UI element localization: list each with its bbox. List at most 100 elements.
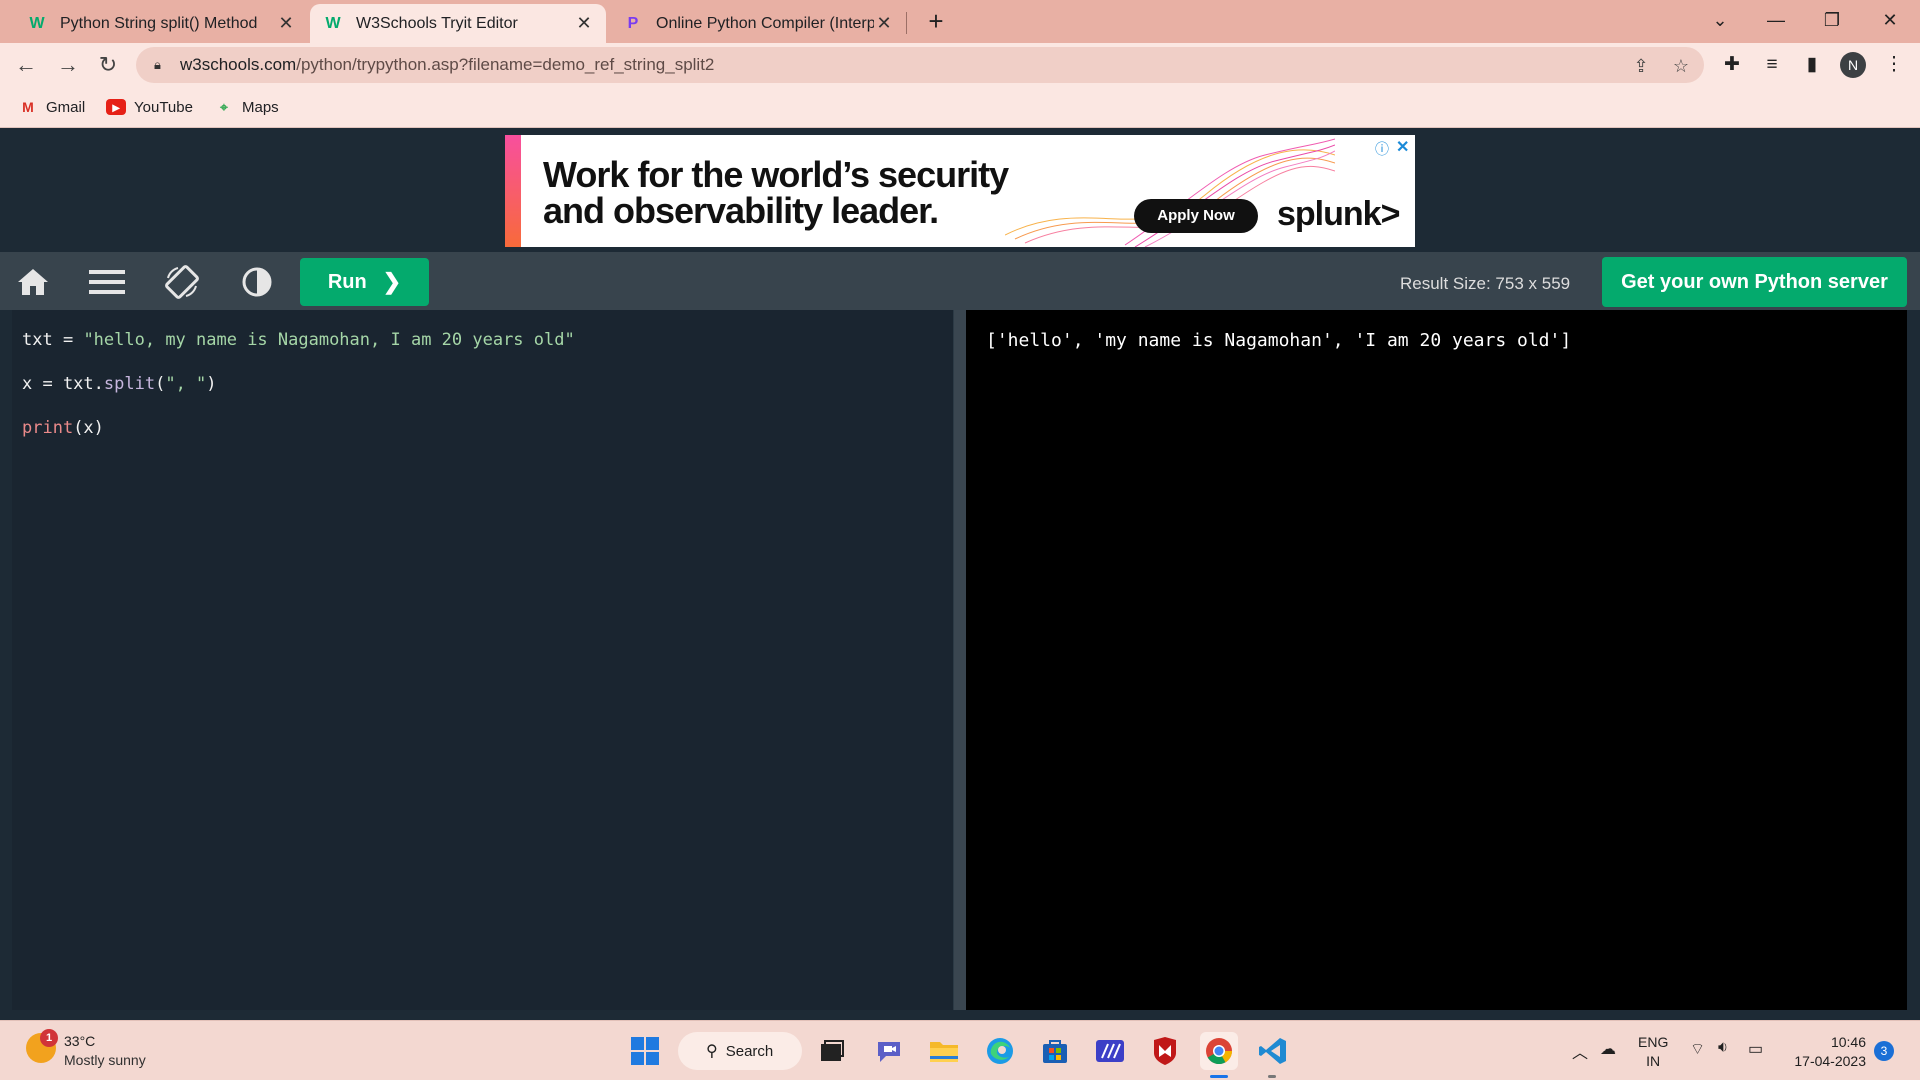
microsoft-store-icon[interactable] bbox=[1036, 1032, 1074, 1070]
bookmark-gmail[interactable]: M Gmail bbox=[18, 96, 85, 118]
battery-icon[interactable]: ▭ bbox=[1748, 1039, 1763, 1059]
code-line-3[interactable]: print(x) bbox=[22, 406, 575, 450]
mcafee-icon[interactable] bbox=[1146, 1032, 1184, 1070]
open-app-indicator bbox=[1268, 1075, 1276, 1078]
new-tab-button[interactable]: + bbox=[920, 6, 952, 38]
close-tab-icon[interactable]: ✕ bbox=[276, 13, 296, 34]
chevron-right-icon: ❯ bbox=[382, 269, 402, 294]
lock-icon[interactable]: 🔒︎ bbox=[154, 57, 168, 73]
forward-icon[interactable]: → bbox=[52, 49, 84, 81]
profile-avatar[interactable]: N bbox=[1840, 52, 1866, 78]
tab-title: W3Schools Tryit Editor bbox=[356, 14, 518, 32]
close-window-button[interactable]: ✕ bbox=[1862, 0, 1918, 40]
side-panel-icon[interactable]: ▮ bbox=[1800, 53, 1824, 77]
run-button[interactable]: Run ❯ bbox=[300, 258, 429, 306]
result-output: ['hello', 'my name is Nagamohan', 'I am … bbox=[986, 330, 1572, 351]
edge-browser-icon[interactable] bbox=[981, 1032, 1019, 1070]
run-button-label: Run bbox=[327, 270, 367, 293]
back-icon[interactable]: ← bbox=[10, 49, 42, 81]
tray-overflow-chevron-icon[interactable]: ︿ bbox=[1572, 1039, 1588, 1063]
ad-banner[interactable]: Work for the world’s security and observ… bbox=[505, 135, 1415, 247]
file-explorer-icon[interactable] bbox=[925, 1032, 963, 1070]
bookmark-label: Gmail bbox=[46, 98, 86, 116]
reload-icon[interactable]: ↻ bbox=[92, 49, 124, 81]
code-editor[interactable]: txt = "hello, my name is Nagamohan, I am… bbox=[12, 310, 954, 1010]
code-token: ) bbox=[206, 374, 217, 394]
system-clock[interactable]: 10:46 17-04-2023 bbox=[1786, 1033, 1866, 1071]
menu-icon[interactable] bbox=[87, 263, 127, 301]
tab-python-string-split[interactable]: W Python String split() Method ✕ bbox=[14, 4, 308, 43]
gmail-icon: M bbox=[22, 99, 34, 115]
ad-headline: Work for the world’s security and observ… bbox=[543, 154, 1009, 229]
bookmark-label: Maps bbox=[242, 98, 279, 116]
task-view-icon[interactable] bbox=[813, 1032, 851, 1070]
close-tab-icon[interactable]: ✕ bbox=[874, 13, 894, 34]
rotate-layout-icon[interactable] bbox=[162, 263, 202, 301]
bookmark-youtube[interactable]: ▸ YouTube bbox=[106, 96, 193, 118]
language-code: ENG bbox=[1638, 1034, 1669, 1050]
clock-date: 17-04-2023 bbox=[1794, 1053, 1866, 1069]
tab-title: Online Python Compiler (Interpre bbox=[656, 14, 874, 32]
search-label: Search bbox=[725, 1042, 774, 1060]
home-icon[interactable] bbox=[13, 263, 53, 301]
get-python-server-button[interactable]: Get your own Python server bbox=[1602, 257, 1907, 307]
ad-apply-button[interactable]: Apply Now bbox=[1134, 199, 1258, 233]
address-bar[interactable]: 🔒︎ w3schools.com/python/trypython.asp?fi… bbox=[136, 47, 1704, 83]
language-region: IN bbox=[1646, 1053, 1661, 1069]
bookmark-maps[interactable]: ⌖ Maps bbox=[214, 96, 279, 118]
clock-time: 10:46 bbox=[1830, 1034, 1866, 1050]
media-queue-icon[interactable]: ≡ bbox=[1760, 53, 1784, 77]
result-panel: ['hello', 'my name is Nagamohan', 'I am … bbox=[966, 310, 1907, 1010]
share-icon[interactable]: ⇪ bbox=[1630, 55, 1652, 77]
browser-toolbar: ← → ↻ 🔒︎ w3schools.com/python/trypython.… bbox=[0, 43, 1920, 87]
language-indicator[interactable]: ENG IN bbox=[1638, 1033, 1668, 1071]
code-token: = bbox=[52, 330, 84, 350]
bookmark-star-icon[interactable]: ☆ bbox=[1670, 55, 1692, 77]
windows-taskbar: 1 33°C Mostly sunny ⚲ Search ︿ ☁ ENG IN … bbox=[0, 1020, 1920, 1080]
teams-chat-icon[interactable] bbox=[870, 1032, 908, 1070]
vscode-icon[interactable] bbox=[1254, 1032, 1292, 1070]
code-string: ", " bbox=[165, 374, 207, 394]
result-size-label: Result Size: 753 x 559 bbox=[1400, 274, 1571, 293]
adchoices-icon[interactable]: ⓘ bbox=[1375, 139, 1389, 159]
ad-headline-line1: Work for the world’s security bbox=[543, 154, 1009, 195]
chrome-icon[interactable] bbox=[1200, 1032, 1238, 1070]
restore-button[interactable]: ❐ bbox=[1804, 0, 1860, 40]
contrast-icon[interactable] bbox=[237, 263, 277, 301]
code-method: split bbox=[103, 374, 156, 394]
notes-app-icon[interactable] bbox=[1091, 1032, 1129, 1070]
weather-badge: 1 bbox=[40, 1029, 58, 1047]
taskbar-search[interactable]: ⚲ Search bbox=[678, 1032, 802, 1070]
bookmarks-bar: M Gmail ▸ YouTube ⌖ Maps bbox=[0, 87, 1920, 128]
wifi-icon[interactable]: ⌔ bbox=[1690, 1039, 1705, 1059]
close-tab-icon[interactable]: ✕ bbox=[574, 13, 594, 34]
volume-icon[interactable]: 🔉︎ bbox=[1718, 1039, 1728, 1057]
weather-description[interactable]: Mostly sunny bbox=[64, 1052, 146, 1068]
browser-tab-bar: W Python String split() Method ✕ W W3Sch… bbox=[0, 0, 1920, 43]
tab-search-icon[interactable]: ⌄ bbox=[1692, 0, 1748, 40]
extensions-icon[interactable]: ✚ bbox=[1720, 53, 1744, 77]
maps-icon: ⌖ bbox=[220, 98, 228, 115]
weather-temperature[interactable]: 33°C bbox=[64, 1033, 95, 1049]
minimize-button[interactable]: — bbox=[1748, 0, 1804, 40]
url-text[interactable]: w3schools.com/python/trypython.asp?filen… bbox=[180, 55, 714, 75]
search-icon: ⚲ bbox=[706, 1043, 718, 1060]
w3schools-icon: W bbox=[29, 14, 45, 32]
code-string: "hello, my name is Nagamohan, I am 20 ye… bbox=[83, 330, 575, 350]
code-line-1[interactable]: txt = "hello, my name is Nagamohan, I am… bbox=[22, 318, 575, 362]
notification-badge[interactable]: 3 bbox=[1874, 1041, 1894, 1061]
menu-kebab-icon[interactable]: ⋮ bbox=[1882, 53, 1906, 77]
tab-online-python-compiler[interactable]: P Online Python Compiler (Interpre ✕ bbox=[610, 4, 906, 43]
ad-row: Work for the world’s security and observ… bbox=[0, 128, 1920, 252]
url-path: /python/trypython.asp?filename=demo_ref_… bbox=[296, 55, 715, 74]
onedrive-icon[interactable]: ☁ bbox=[1600, 1039, 1616, 1059]
ad-close-icon[interactable]: ✕ bbox=[1396, 137, 1409, 157]
tab-w3schools-tryit-editor[interactable]: W W3Schools Tryit Editor ✕ bbox=[310, 4, 606, 43]
code-content[interactable]: txt = "hello, my name is Nagamohan, I am… bbox=[22, 318, 575, 450]
url-host: w3schools.com bbox=[180, 55, 297, 74]
tab-separator bbox=[906, 12, 907, 34]
code-line-2[interactable]: x = txt.split(", ") bbox=[22, 362, 575, 406]
panel-divider[interactable] bbox=[954, 310, 966, 1010]
windows-start-icon[interactable] bbox=[626, 1032, 664, 1070]
w3schools-icon: W bbox=[325, 14, 341, 32]
